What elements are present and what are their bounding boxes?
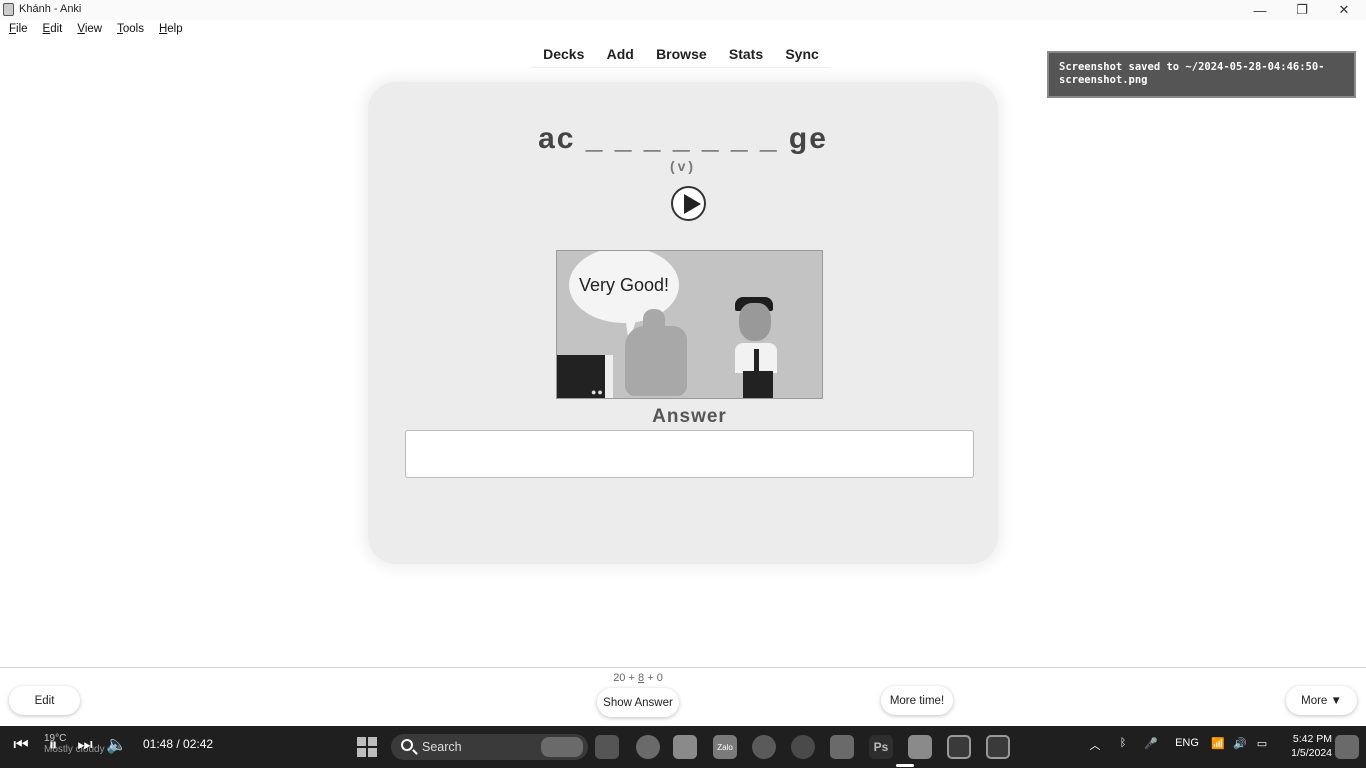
active-app-indicator [896, 764, 914, 767]
nav-browse[interactable]: Browse [656, 46, 707, 62]
nav-sync[interactable]: Sync [785, 46, 818, 62]
media-volume-icon[interactable]: 🔈 [106, 734, 128, 756]
photoshop-icon[interactable]: Ps [869, 735, 893, 759]
app-icon-2[interactable] [947, 735, 971, 759]
messenger-icon[interactable] [752, 735, 776, 759]
count-learn: 8 [638, 672, 645, 684]
media-timecode: 01:48 / 02:42 [143, 737, 214, 751]
nav-stats[interactable]: Stats [729, 46, 763, 62]
notification-icon[interactable] [1335, 735, 1359, 759]
system-clock[interactable]: 5:42 PM 1/5/2024 [1272, 732, 1332, 760]
more-button[interactable]: More ▼ [1286, 686, 1357, 715]
clock-date: 1/5/2024 [1291, 747, 1332, 759]
close-button[interactable]: ✕ [1322, 0, 1366, 20]
app-icon[interactable] [830, 735, 854, 759]
nav-decks[interactable]: Decks [543, 46, 584, 62]
start-windows-icon[interactable] [355, 735, 379, 759]
count-plus-2: + [647, 672, 654, 684]
anki-app-icon [3, 3, 14, 16]
toast-line-2: screenshot.png [1059, 74, 1148, 86]
language-indicator[interactable]: ENG [1175, 737, 1199, 749]
count-review: 0 [656, 672, 663, 684]
title-bar: Khánh - Anki — ❐ ✕ [0, 0, 1366, 20]
edit-button[interactable]: Edit [9, 686, 80, 715]
menu-help[interactable]: Help [150, 21, 189, 39]
window-title: Khánh - Anki [19, 3, 82, 15]
minimize-button[interactable]: — [1238, 0, 1282, 20]
chrome-icon[interactable] [636, 735, 660, 759]
cufflinks: ●● [591, 387, 604, 397]
card-image: Very Good! ●● [556, 250, 823, 399]
menu-file[interactable]: File [0, 21, 34, 39]
menu-bar: File Edit View Tools Help [0, 21, 189, 39]
man-legs [743, 371, 773, 398]
play-icon [684, 194, 701, 214]
part-of-speech: (v) [669, 158, 697, 174]
search-label: Search [422, 740, 462, 754]
microphone-icon[interactable]: 🎤 [1144, 737, 1158, 750]
app-icon-3[interactable] [986, 735, 1010, 759]
volume-icon[interactable]: 🔊 [1232, 737, 1248, 750]
speech-bubble-text: Very Good! [578, 274, 670, 295]
top-nav: Decks Add Browse Stats Sync [532, 40, 830, 68]
count-plus-1: + [628, 672, 635, 684]
answer-label: Answer [652, 406, 727, 427]
tray-overflow-chevron-icon[interactable]: ︿ [1087, 737, 1103, 753]
cloze-word: ac _ _ _ _ _ _ _ ge [538, 122, 828, 155]
file-explorer-icon[interactable] [673, 735, 697, 759]
media-next-icon[interactable]: ⏭ [74, 734, 96, 756]
card-counts: 20 + 8 + 0 [0, 672, 1276, 684]
play-audio-button[interactable] [671, 186, 706, 221]
battery-icon[interactable]: ▭ [1254, 737, 1270, 750]
count-new: 20 [613, 672, 626, 684]
zalo-icon[interactable]: Zalo [713, 735, 737, 759]
media-previous-icon[interactable]: ⏮ [10, 734, 32, 756]
taskbar-search[interactable]: Search [391, 734, 588, 760]
thumbs-up-hand [625, 326, 687, 396]
anki-taskbar-icon[interactable] [908, 735, 932, 759]
menu-tools[interactable]: Tools [108, 21, 150, 39]
maximize-button[interactable]: ❐ [1280, 0, 1324, 20]
toast-line-1: Screenshot saved to ~/2024-05-28-04:46:5… [1059, 61, 1325, 73]
bluetooth-icon[interactable]: ᛒ [1116, 737, 1130, 749]
answer-input[interactable] [405, 430, 974, 478]
video-call-icon[interactable] [595, 735, 619, 759]
show-answer-button[interactable]: Show Answer [597, 688, 679, 717]
nav-add[interactable]: Add [607, 46, 634, 62]
wifi-icon[interactable]: 📶 [1210, 737, 1226, 750]
media-pause-icon[interactable]: ⏸ [42, 734, 64, 756]
search-icon [401, 739, 413, 751]
man-tie [754, 349, 759, 371]
clock-time: 5:42 PM [1292, 733, 1332, 745]
search-highlight-image [541, 737, 583, 757]
edge-icon[interactable] [791, 735, 815, 759]
man-head [739, 303, 771, 341]
menu-view[interactable]: View [68, 21, 108, 39]
screenshot-notification: Screenshot saved to ~/2024-05-28-04:46:5… [1047, 51, 1356, 98]
more-time-button[interactable]: More time! [881, 686, 953, 715]
menu-edit[interactable]: Edit [34, 21, 69, 39]
